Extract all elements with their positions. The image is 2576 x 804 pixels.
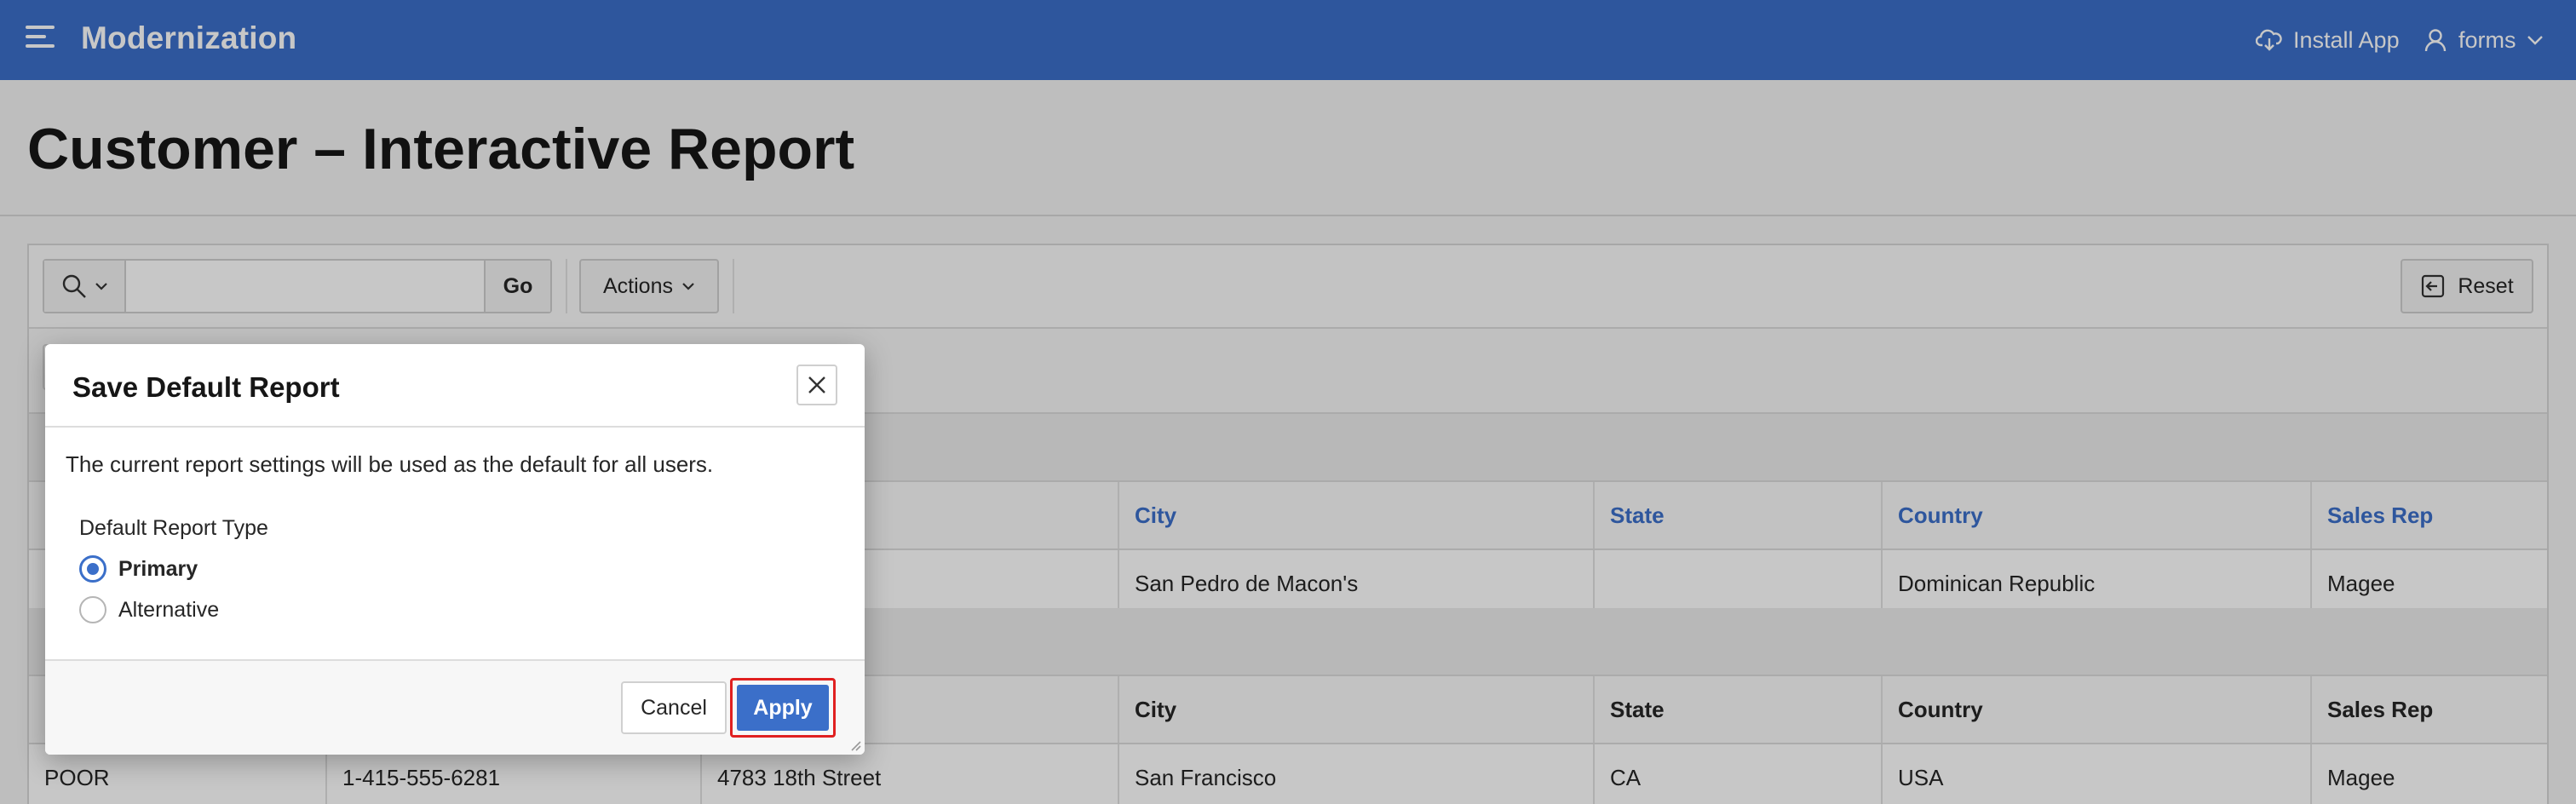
default-report-type-label: Default Report Type	[79, 516, 268, 540]
radio-primary[interactable]: Primary	[79, 554, 198, 584]
apply-button[interactable]: Apply	[737, 685, 829, 731]
resize-handle-icon[interactable]	[848, 738, 861, 751]
dialog-footer: Cancel Apply	[45, 659, 865, 755]
radio-label: Alternative	[118, 597, 220, 622]
save-default-report-dialog: Save Default Report The current report s…	[45, 344, 865, 755]
dialog-header: Save Default Report	[45, 344, 865, 428]
cancel-button[interactable]: Cancel	[621, 681, 727, 734]
radio-button-selected[interactable]	[79, 555, 106, 583]
radio-alternative[interactable]: Alternative	[79, 594, 219, 625]
apply-button-highlight: Apply	[730, 678, 836, 738]
radio-label: Primary	[118, 556, 198, 581]
dialog-body: The current report settings will be used…	[45, 428, 865, 661]
radio-button[interactable]	[79, 596, 106, 623]
close-icon	[808, 376, 825, 393]
dialog-message: The current report settings will be used…	[66, 451, 714, 477]
close-button[interactable]	[796, 365, 837, 405]
dialog-title: Save Default Report	[72, 371, 340, 403]
